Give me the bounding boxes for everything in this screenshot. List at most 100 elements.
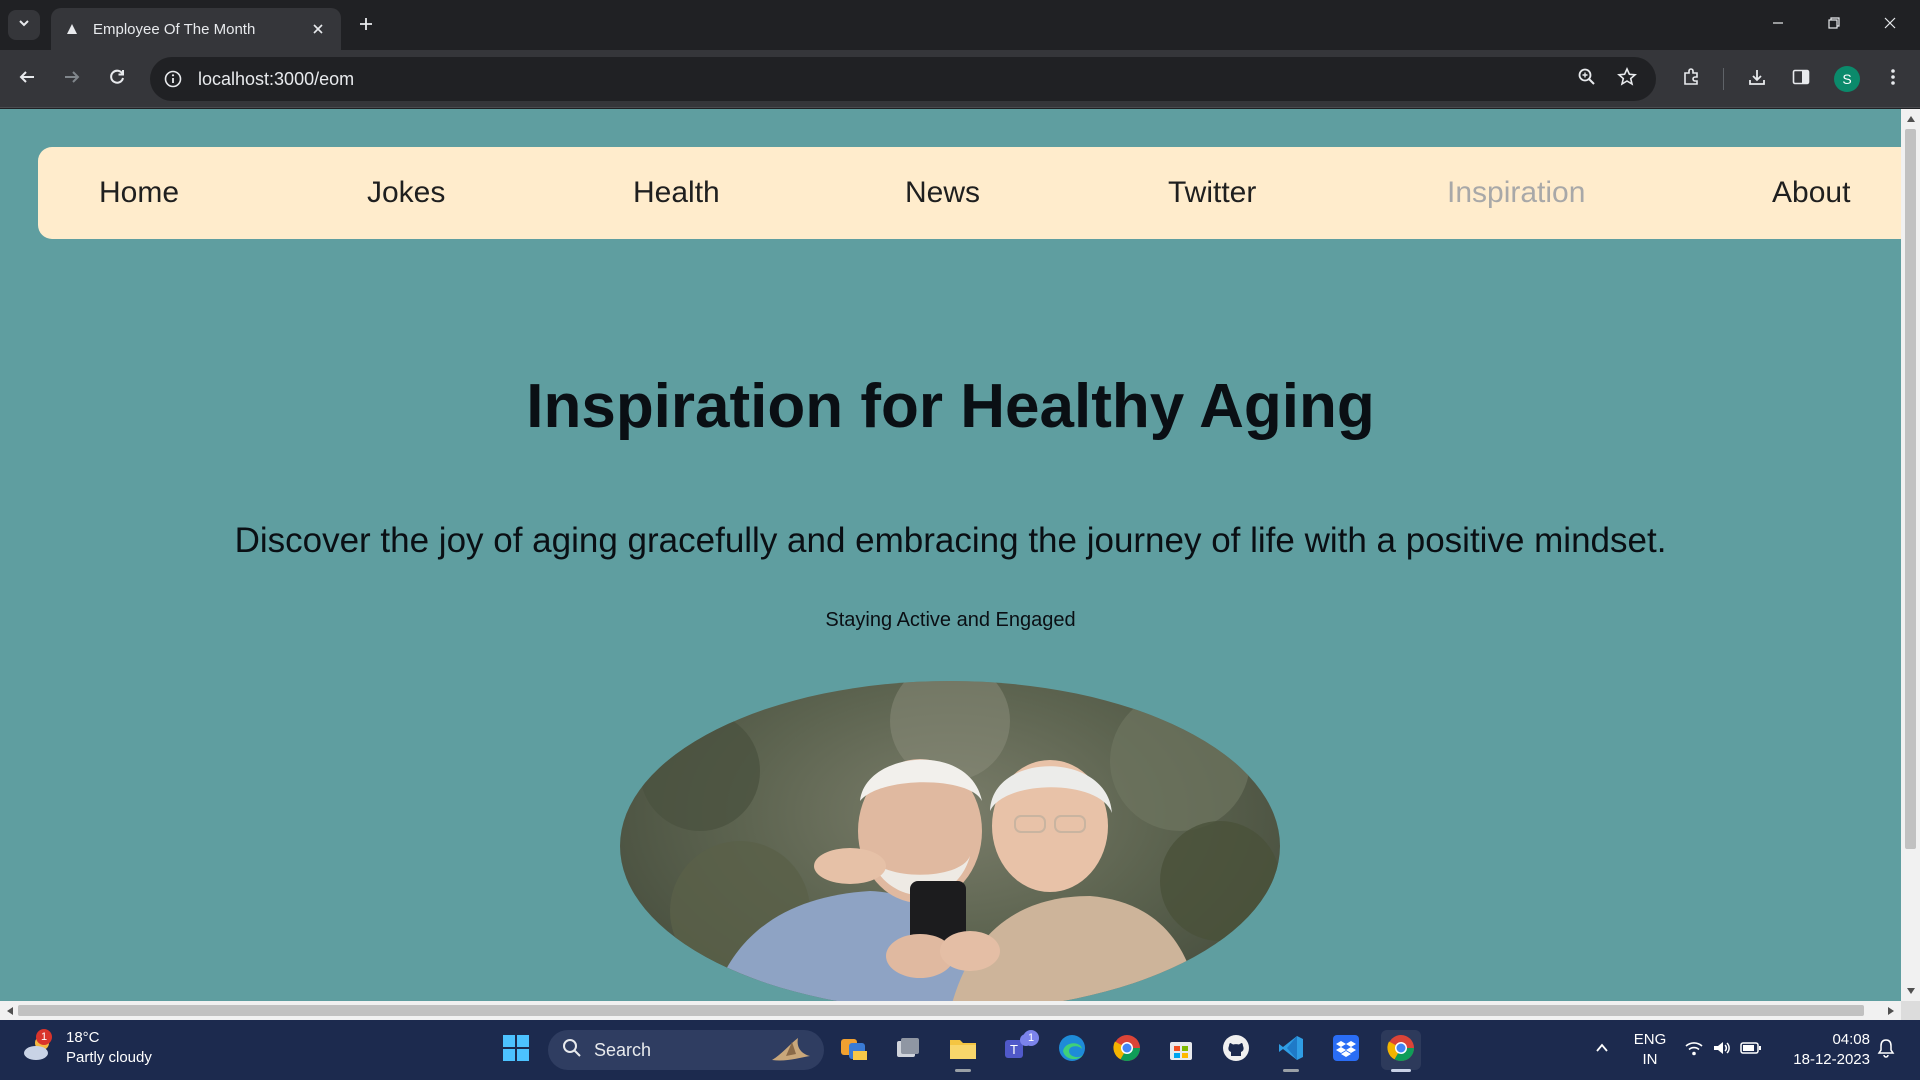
weather-temp: 18°C	[66, 1029, 100, 1046]
taskbar-app-chrome-profile[interactable]	[1107, 1030, 1147, 1070]
search-icon	[562, 1038, 582, 1063]
side-panel-button[interactable]	[1784, 62, 1818, 96]
active-indicator	[1391, 1069, 1411, 1072]
scroll-right-arrow-icon[interactable]	[1883, 1003, 1899, 1019]
running-indicator	[1283, 1069, 1299, 1072]
site-navbar: Home Jokes Health News Twitter Inspirati…	[38, 147, 1901, 239]
reload-icon	[108, 68, 126, 91]
nav-link-home[interactable]: Home	[99, 147, 179, 239]
folder-icon	[948, 1034, 978, 1067]
taskbar-app-photoshop-pre[interactable]	[834, 1030, 874, 1070]
address-bar[interactable]: localhost:3000/eom	[150, 57, 1656, 101]
taskbar-app-teams[interactable]: T 1	[997, 1030, 1039, 1070]
restore-button[interactable]	[1806, 0, 1862, 50]
zoom-icon	[1577, 67, 1597, 92]
nav-link-health[interactable]: Health	[633, 147, 720, 239]
taskbar-app-vscode[interactable]	[1271, 1030, 1311, 1072]
teams-badge: 1	[1023, 1030, 1039, 1046]
elderly-couple-photo	[620, 681, 1280, 1001]
taskbar-app-file-explorer[interactable]	[943, 1030, 983, 1072]
nav-link-news[interactable]: News	[905, 147, 980, 239]
close-window-button[interactable]	[1862, 0, 1918, 50]
partly-cloudy-icon: 1	[22, 1029, 56, 1065]
triangle-favicon-icon	[65, 22, 79, 36]
start-button[interactable]	[496, 1030, 536, 1070]
downloads-button[interactable]	[1740, 62, 1774, 96]
back-button[interactable]	[10, 62, 44, 96]
wifi-icon	[1684, 1039, 1704, 1062]
chevron-down-icon	[17, 16, 31, 35]
arrow-left-icon	[18, 68, 36, 91]
taskbar-app-edge[interactable]	[1052, 1030, 1092, 1070]
avatar: S	[1834, 66, 1860, 92]
restore-icon	[1827, 16, 1841, 35]
tab-search-button[interactable]	[8, 10, 40, 40]
scrollbar-corner	[1901, 1001, 1920, 1020]
taskbar-app-dropbox[interactable]	[1326, 1030, 1366, 1070]
taskbar-app-github[interactable]	[1216, 1030, 1256, 1070]
github-icon	[1222, 1034, 1250, 1067]
page-title: Inspiration for Healthy Aging	[526, 372, 1375, 441]
page-viewport: Home Jokes Health News Twitter Inspirati…	[0, 109, 1901, 1001]
edge-icon	[1057, 1033, 1087, 1068]
weather-badge: 1	[36, 1029, 52, 1045]
vertical-scrollbar[interactable]	[1901, 109, 1920, 1001]
scroll-left-arrow-icon[interactable]	[2, 1003, 18, 1019]
notifications-button[interactable]	[1866, 1030, 1906, 1070]
nav-link-jokes[interactable]: Jokes	[367, 147, 445, 239]
store-icon	[1167, 1034, 1195, 1067]
language-indicator[interactable]: ENG IN	[1630, 1030, 1670, 1070]
windows-logo-icon	[502, 1034, 530, 1067]
vertical-scroll-thumb[interactable]	[1905, 129, 1916, 849]
nav-link-inspiration[interactable]: Inspiration	[1447, 147, 1585, 239]
browser-tabbar: Employee Of The Month	[0, 0, 1920, 50]
tab-title: Employee Of The Month	[93, 20, 256, 38]
plus-icon	[358, 16, 374, 37]
battery-icon	[1740, 1041, 1762, 1060]
zoom-button[interactable]	[1570, 62, 1604, 96]
horizontal-scroll-thumb[interactable]	[18, 1005, 1864, 1016]
region-code: IN	[1642, 1051, 1658, 1068]
download-icon	[1747, 67, 1767, 92]
extensions-button[interactable]	[1674, 62, 1708, 96]
new-tab-button[interactable]	[352, 12, 380, 40]
taskbar-search[interactable]: Search	[548, 1030, 824, 1070]
close-tab-icon[interactable]	[307, 18, 329, 40]
reload-button[interactable]	[100, 62, 134, 96]
minimize-icon	[1771, 16, 1785, 35]
svg-text:T: T	[1010, 1042, 1018, 1057]
taskbar-app-store[interactable]	[1161, 1030, 1201, 1070]
url-text[interactable]: localhost:3000/eom	[198, 69, 1656, 90]
weather-condition: Partly cloudy	[66, 1049, 152, 1066]
clock-time: 04:08	[1832, 1031, 1870, 1048]
chrome-icon	[1386, 1033, 1416, 1068]
bookmark-button[interactable]	[1610, 62, 1644, 96]
scroll-up-arrow-icon[interactable]	[1903, 111, 1919, 127]
browser-tab-active[interactable]: Employee Of The Month	[51, 8, 341, 50]
weather-widget[interactable]: 1 18°C Partly cloudy	[22, 1028, 152, 1068]
horizontal-scrollbar[interactable]	[0, 1001, 1901, 1020]
side-panel-icon	[1791, 67, 1811, 92]
system-tray-status[interactable]	[1678, 1030, 1768, 1070]
page-tagline: Discover the joy of aging gracefully and…	[234, 521, 1667, 560]
chevron-up-icon	[1594, 1040, 1610, 1061]
running-indicator	[955, 1069, 971, 1072]
nav-link-twitter[interactable]: Twitter	[1168, 147, 1256, 239]
minimize-button[interactable]	[1750, 0, 1806, 50]
section-heading: Staying Active and Engaged	[825, 609, 1076, 631]
arrow-right-icon	[63, 68, 81, 91]
taskbar-app-taskview[interactable]	[888, 1030, 928, 1070]
nav-link-about[interactable]: About	[1772, 147, 1850, 239]
forward-button[interactable]	[55, 62, 89, 96]
scroll-down-arrow-icon[interactable]	[1903, 983, 1919, 999]
profile-button[interactable]: S	[1830, 62, 1864, 96]
kebab-menu-icon	[1890, 67, 1896, 92]
taskbar-app-chrome[interactable]	[1381, 1030, 1421, 1072]
show-hidden-icons-button[interactable]	[1582, 1030, 1622, 1070]
site-info-icon[interactable]	[162, 68, 184, 90]
close-icon	[1883, 16, 1897, 35]
browser-menu-button[interactable]	[1876, 62, 1910, 96]
bell-icon	[1877, 1038, 1895, 1063]
clock[interactable]: 04:08 18-12-2023	[1780, 1030, 1870, 1070]
chrome-icon	[1112, 1033, 1142, 1068]
